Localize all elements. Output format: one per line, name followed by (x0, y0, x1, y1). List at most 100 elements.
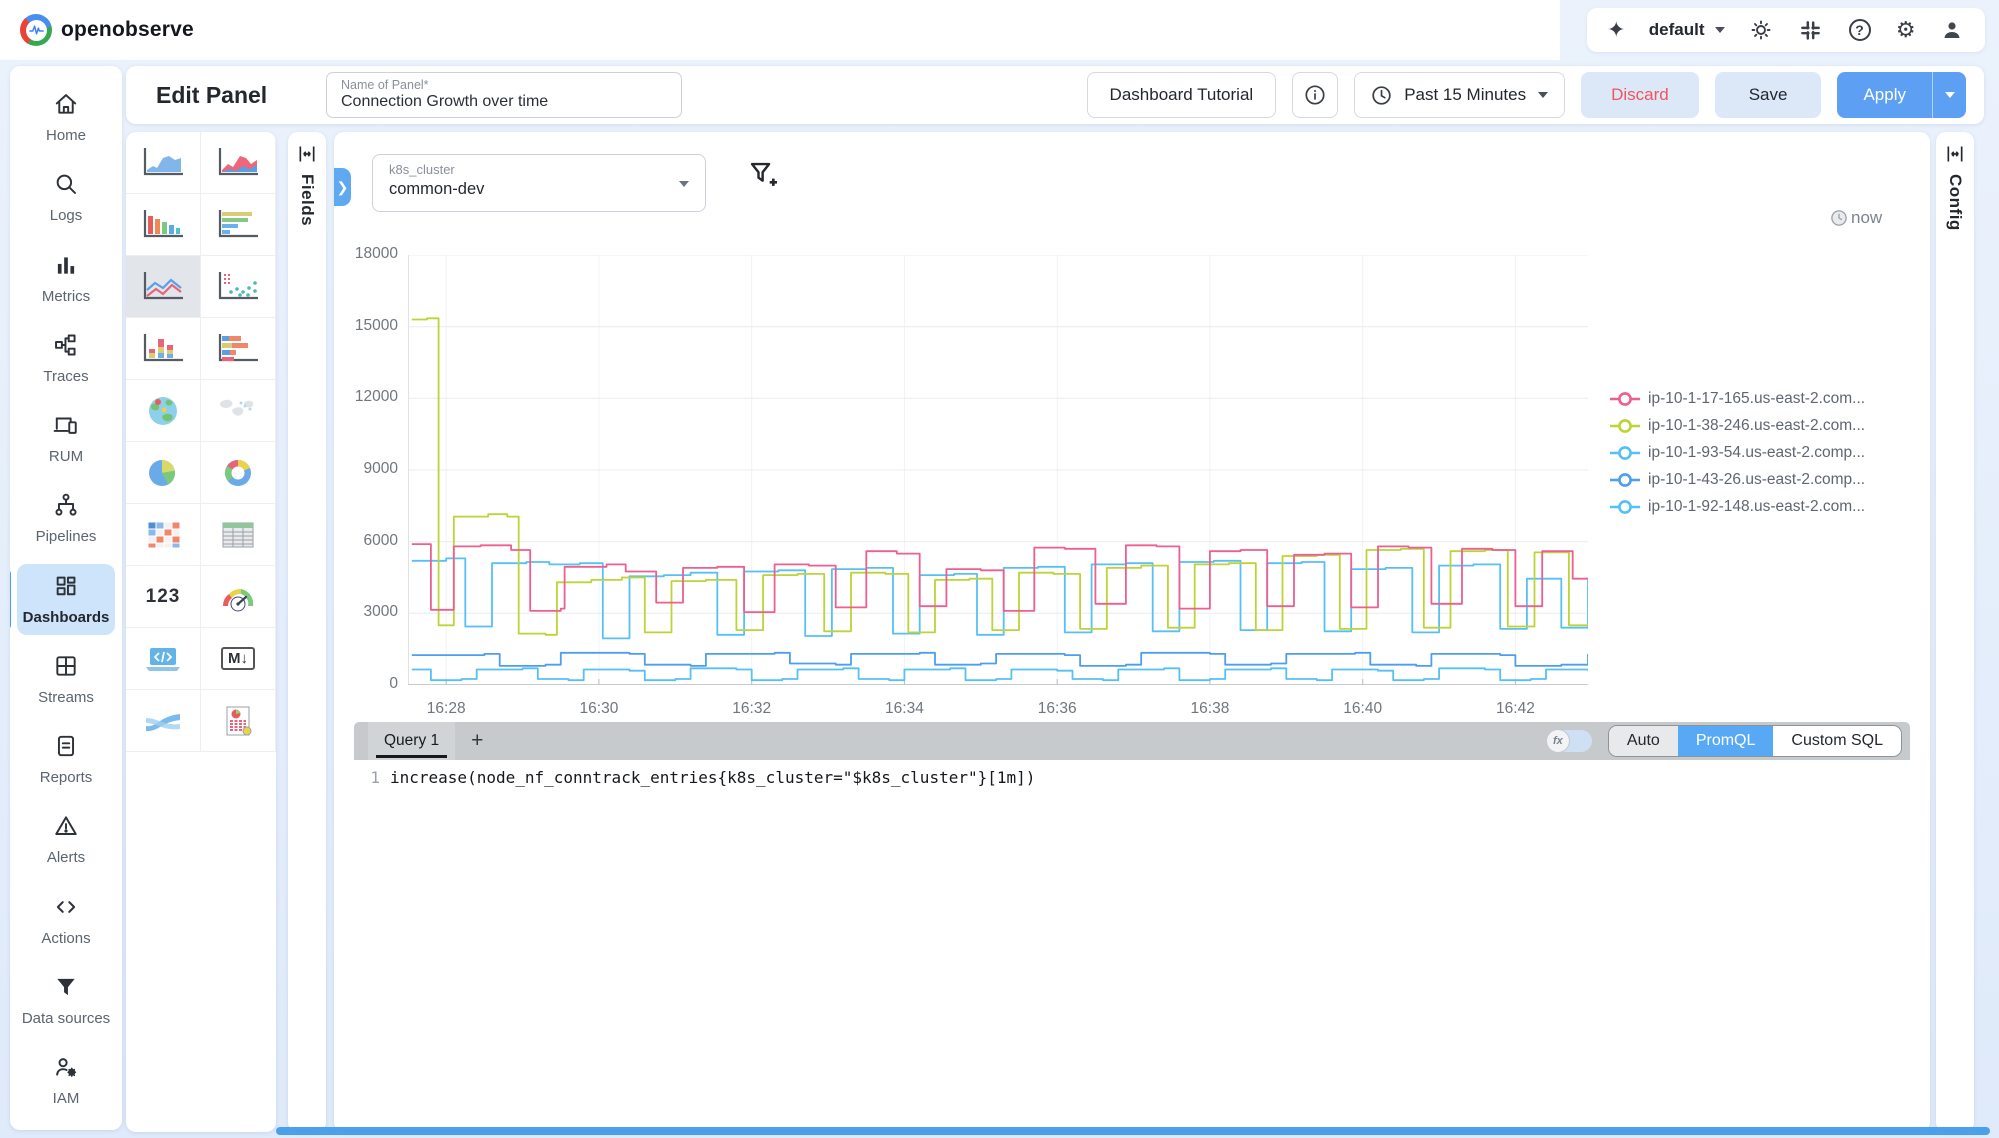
query-text: increase(node_nf_conntrack_entries{k8s_c… (390, 768, 1035, 787)
slack-icon[interactable] (1797, 17, 1823, 43)
x-axis-tick-label: 16:30 (559, 700, 639, 718)
sidebar-item-pipelines[interactable]: Pipelines (17, 483, 115, 554)
org-selector-value: default (1649, 20, 1705, 40)
sidebar-item-logs[interactable]: Logs (17, 162, 115, 233)
sidebar-item-label: Metrics (42, 288, 90, 305)
chart-type-line-chart[interactable] (126, 256, 201, 318)
chart-type-custom-chart[interactable] (201, 690, 276, 752)
apply-button[interactable]: Apply (1837, 72, 1966, 118)
chart-type-world-map[interactable] (201, 380, 276, 442)
sidebar-item-iam[interactable]: IAM (17, 1045, 115, 1116)
legend-line-marker-icon (1610, 445, 1640, 461)
config-panel-collapsed[interactable]: Config (1936, 132, 1974, 1132)
add-query-button[interactable]: + (471, 729, 483, 753)
sidebar-item-label: Reports (40, 769, 93, 786)
time-series-chart[interactable]: 0300060009000120001500018000 16:2816:301… (408, 255, 1588, 685)
y-axis-tick-label: 6000 (334, 532, 398, 550)
sidebar-item-label: Logs (50, 207, 83, 224)
chart-type-horizontal-bar-chart[interactable] (201, 194, 276, 256)
trace-icon (53, 332, 79, 363)
sidebar-item-label: Pipelines (36, 528, 97, 545)
sidebar-item-rum[interactable]: RUM (17, 403, 115, 474)
y-axis-tick-label: 9000 (334, 460, 398, 478)
time-range-selector[interactable]: Past 15 Minutes (1354, 72, 1565, 118)
edit-panel-header: Edit Panel Name of Panel* Connection Gro… (126, 66, 1984, 124)
info-button[interactable] (1292, 72, 1338, 118)
sidebar-item-reports[interactable]: Reports (17, 724, 115, 795)
sidebar-item-label: RUM (49, 448, 83, 465)
discard-button[interactable]: Discard (1581, 72, 1699, 118)
page-title: Edit Panel (156, 82, 267, 109)
sidebar-item-home[interactable]: Home (17, 82, 115, 153)
query-mode-custom-sql[interactable]: Custom SQL (1773, 726, 1901, 756)
sidebar-item-label: Streams (38, 689, 94, 706)
bar-chart-icon (53, 252, 79, 283)
panel-name-input[interactable]: Name of Panel* Connection Growth over ti… (326, 72, 682, 118)
chart-type-stacked-area-chart[interactable] (201, 132, 276, 194)
apply-dropdown-toggle[interactable] (1932, 72, 1966, 118)
chart-type-stacked-horizontal-bar-chart[interactable] (201, 318, 276, 380)
query-tab-1[interactable]: Query 1 (368, 722, 455, 760)
chart-type-area-chart[interactable] (126, 132, 201, 194)
chevron-down-icon (1945, 92, 1955, 98)
sidebar-item-metrics[interactable]: Metrics (17, 243, 115, 314)
chart-type-html-editor[interactable] (126, 628, 201, 690)
pipeline-icon (53, 492, 79, 523)
sidebar-item-streams[interactable]: Streams (17, 644, 115, 715)
column-width-icon (1945, 144, 1965, 164)
settings-gear-icon[interactable]: ⚙ (1896, 19, 1916, 41)
chart-type-pie-chart[interactable] (126, 442, 201, 504)
y-axis-tick-label: 0 (334, 675, 398, 693)
sidebar-item-actions[interactable]: Actions (17, 885, 115, 956)
chart-type-vertical-bar-chart[interactable] (126, 194, 201, 256)
y-axis-tick-label: 3000 (334, 603, 398, 621)
legend-item[interactable]: ip-10-1-38-246.us-east-2.com... (1610, 417, 1865, 435)
legend-item[interactable]: ip-10-1-92-148.us-east-2.com... (1610, 498, 1865, 516)
chart-type-metric-text[interactable]: 123 (126, 566, 201, 628)
help-icon[interactable]: ? (1847, 17, 1873, 43)
devices-icon (53, 412, 79, 443)
time-range-value: Past 15 Minutes (1404, 85, 1526, 105)
chart-type-stacked-vertical-bar-chart[interactable] (126, 318, 201, 380)
query-editor-line: 1 increase(node_nf_conntrack_entries{k8s… (354, 760, 1910, 787)
sidebar-item-data-sources[interactable]: Data sources (17, 965, 115, 1036)
horizontal-resize-splitter[interactable] (276, 1127, 1990, 1135)
chart-type-gauge-chart[interactable] (201, 566, 276, 628)
openobserve-logo[interactable]: openobserve (20, 14, 194, 46)
top-bar: openobserve (0, 0, 1560, 60)
chart-type-markdown-editor[interactable]: M↓ (201, 628, 276, 690)
chart-type-geo-map[interactable] (126, 380, 201, 442)
legend-line-marker-icon (1610, 499, 1640, 515)
code-icon (53, 894, 79, 925)
dashboard-tutorial-button[interactable]: Dashboard Tutorial (1087, 72, 1277, 118)
chart-type-sankey-chart[interactable] (126, 690, 201, 752)
legend-series-name: ip-10-1-92-148.us-east-2.com... (1648, 498, 1865, 516)
theme-sun-icon[interactable] (1748, 17, 1774, 43)
k8s-cluster-variable-dropdown[interactable]: k8s_cluster common-dev (372, 154, 706, 212)
sidebar-item-alerts[interactable]: Alerts (17, 804, 115, 875)
org-selector[interactable]: default (1649, 20, 1725, 40)
sidebar-item-dashboards[interactable]: Dashboards (17, 564, 115, 635)
query-mode-switcher: AutoPromQLCustom SQL (1608, 725, 1902, 757)
user-icon[interactable] (1939, 17, 1965, 43)
chart-type-scatter-chart[interactable] (201, 256, 276, 318)
sidebar-item-label: Traces (43, 368, 88, 385)
chart-type-donut-chart[interactable] (201, 442, 276, 504)
fx-function-toggle[interactable]: fx (1546, 730, 1592, 752)
fields-expand-button[interactable]: ❯ (334, 168, 351, 206)
legend-item[interactable]: ip-10-1-93-54.us-east-2.comp... (1610, 444, 1865, 462)
query-mode-promql[interactable]: PromQL (1678, 726, 1774, 756)
chart-type-heatmap-chart[interactable] (126, 504, 201, 566)
sidebar-item-traces[interactable]: Traces (17, 323, 115, 394)
legend-item[interactable]: ip-10-1-17-165.us-east-2.com... (1610, 390, 1865, 408)
query-mode-auto[interactable]: Auto (1609, 726, 1678, 756)
sparkle-icon[interactable]: ✦ (1607, 19, 1625, 41)
top-bar-controls: ✦ default ? ⚙ (1587, 8, 1985, 52)
legend-line-marker-icon (1610, 418, 1640, 434)
save-button[interactable]: Save (1715, 72, 1822, 118)
chart-type-table-chart[interactable] (201, 504, 276, 566)
query-editor[interactable]: 1 increase(node_nf_conntrack_entries{k8s… (354, 760, 1910, 1132)
add-filter-icon[interactable] (746, 158, 780, 197)
legend-item[interactable]: ip-10-1-43-26.us-east-2.comp... (1610, 471, 1865, 489)
fields-panel-collapsed[interactable]: Fields (288, 132, 326, 1132)
